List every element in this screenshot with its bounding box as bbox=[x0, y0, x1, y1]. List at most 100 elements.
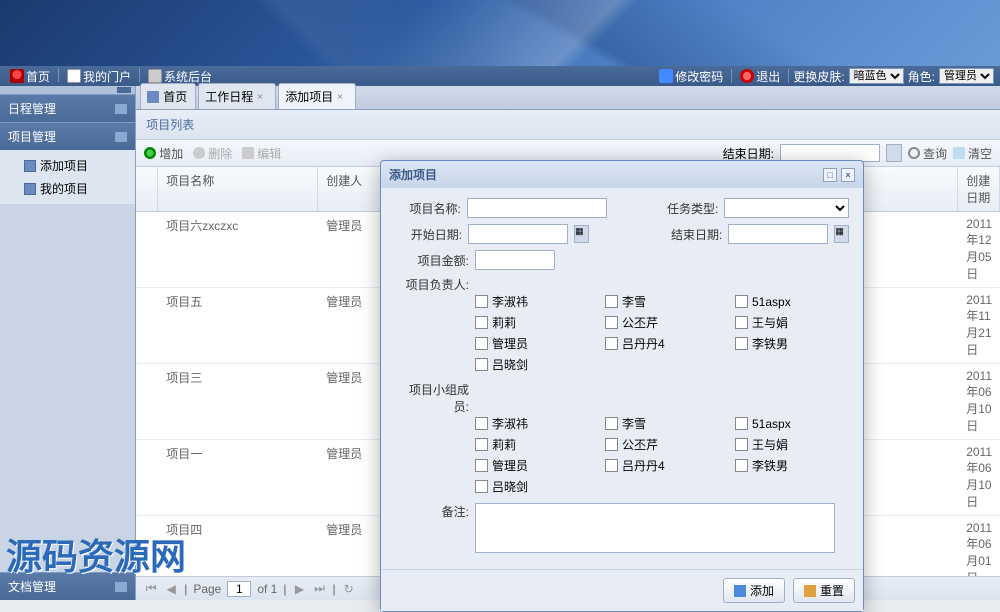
button-label: 查询 bbox=[923, 145, 947, 162]
checkbox-item[interactable]: 管理员 bbox=[475, 457, 595, 474]
dialog-add-button[interactable]: 添加 bbox=[723, 578, 785, 603]
sidebar-item-my-project[interactable]: 我的项目 bbox=[20, 177, 135, 200]
project-name-input[interactable] bbox=[467, 198, 607, 218]
pager-refresh[interactable]: ↻ bbox=[342, 582, 356, 596]
nav-home[interactable]: 首页 bbox=[6, 68, 54, 85]
checkbox-item[interactable]: 李淑祎 bbox=[475, 293, 595, 310]
field-label-leader: 项目负责人: bbox=[395, 276, 469, 293]
checkbox-label: 公丕芹 bbox=[622, 436, 658, 453]
checkbox-item[interactable]: 管理员 bbox=[475, 335, 595, 352]
dialog-reset-button[interactable]: 重置 bbox=[793, 578, 855, 603]
system-icon bbox=[148, 69, 162, 83]
checkbox-item[interactable]: 公丕芹 bbox=[605, 436, 725, 453]
checkbox[interactable] bbox=[475, 295, 488, 308]
checkbox-item[interactable]: 李铁男 bbox=[735, 457, 855, 474]
nav-system[interactable]: 系统后台 bbox=[144, 68, 216, 85]
edit-button[interactable]: 编辑 bbox=[242, 145, 281, 162]
dialog-footer: 添加 重置 bbox=[381, 569, 863, 611]
pager-last[interactable]: ⏭ bbox=[312, 582, 326, 596]
pager-page-input[interactable] bbox=[227, 581, 251, 597]
checkbox-item[interactable]: 王与娟 bbox=[735, 436, 855, 453]
checkbox[interactable] bbox=[735, 337, 748, 350]
checkbox-item[interactable]: 王与娟 bbox=[735, 314, 855, 331]
calendar-icon bbox=[703, 146, 717, 160]
sidebar-section-label: 项目管理 bbox=[8, 128, 56, 145]
tab-bar: 首页 工作日程× 添加项目× bbox=[136, 86, 1000, 110]
logout[interactable]: 退出 bbox=[736, 68, 784, 85]
change-password[interactable]: 修改密码 bbox=[655, 68, 727, 85]
checkbox-item[interactable]: 莉莉 bbox=[475, 314, 595, 331]
checkbox-item[interactable]: 李雪 bbox=[605, 293, 725, 310]
amount-input[interactable] bbox=[475, 250, 555, 270]
checkbox-item[interactable]: 李雪 bbox=[605, 415, 725, 432]
checkbox-item[interactable]: 李铁男 bbox=[735, 335, 855, 352]
pager-next[interactable]: ▶ bbox=[292, 582, 306, 596]
checkbox-item[interactable]: 51aspx bbox=[735, 293, 855, 310]
pager-prev[interactable]: ◀ bbox=[164, 582, 178, 596]
separator bbox=[788, 69, 789, 83]
tab-home[interactable]: 首页 bbox=[140, 83, 196, 109]
checkbox-label: 51aspx bbox=[752, 295, 791, 309]
delete-button[interactable]: 删除 bbox=[193, 145, 232, 162]
checkbox-item[interactable]: 吕晓剑 bbox=[475, 356, 595, 373]
tab-close-icon[interactable]: × bbox=[257, 92, 267, 102]
grid-col-name[interactable]: 项目名称 bbox=[158, 167, 318, 211]
sidebar-section-document[interactable]: 文档管理 bbox=[0, 572, 135, 600]
task-type-select[interactable] bbox=[724, 198, 849, 218]
sidebar-collapse-button[interactable] bbox=[117, 87, 131, 93]
nav-portal[interactable]: 我的门户 bbox=[63, 68, 135, 85]
tab-schedule[interactable]: 工作日程× bbox=[198, 83, 276, 109]
sidebar-section-project[interactable]: 项目管理 bbox=[0, 122, 135, 150]
end-date-picker[interactable]: ▦ bbox=[834, 225, 849, 243]
checkbox-item[interactable]: 51aspx bbox=[735, 415, 855, 432]
dialog-close-button[interactable]: × bbox=[841, 168, 855, 182]
search-button[interactable]: 查询 bbox=[908, 145, 947, 162]
checkbox-item[interactable]: 李淑祎 bbox=[475, 415, 595, 432]
checkbox[interactable] bbox=[475, 358, 488, 371]
home-icon bbox=[10, 69, 24, 83]
dialog-header[interactable]: 添加项目 □ × bbox=[381, 161, 863, 188]
checkbox[interactable] bbox=[735, 459, 748, 472]
checkbox[interactable] bbox=[605, 459, 618, 472]
checkbox[interactable] bbox=[475, 459, 488, 472]
checkbox[interactable] bbox=[605, 337, 618, 350]
checkbox-item[interactable]: 莉莉 bbox=[475, 436, 595, 453]
start-date-input[interactable] bbox=[468, 224, 568, 244]
checkbox[interactable] bbox=[605, 295, 618, 308]
sidebar-item-add-project[interactable]: 添加项目 bbox=[20, 154, 135, 177]
checkbox[interactable] bbox=[475, 438, 488, 451]
checkbox-item[interactable]: 吕丹丹4 bbox=[605, 335, 725, 352]
checkbox[interactable] bbox=[475, 316, 488, 329]
checkbox-item[interactable]: 吕丹丹4 bbox=[605, 457, 725, 474]
field-label-members: 项目小组成员: bbox=[395, 381, 469, 415]
checkbox[interactable] bbox=[735, 417, 748, 430]
checkbox[interactable] bbox=[735, 438, 748, 451]
remark-textarea[interactable] bbox=[475, 503, 835, 553]
field-label-remark: 备注: bbox=[395, 503, 469, 520]
end-date-input[interactable] bbox=[728, 224, 828, 244]
sidebar-section-schedule[interactable]: 日程管理 bbox=[0, 94, 135, 122]
checkbox[interactable] bbox=[475, 417, 488, 430]
clear-button[interactable]: 清空 bbox=[953, 145, 992, 162]
checkbox[interactable] bbox=[735, 295, 748, 308]
add-icon bbox=[144, 147, 156, 159]
date-picker-button[interactable] bbox=[886, 144, 902, 162]
checkbox[interactable] bbox=[605, 316, 618, 329]
checkbox-item[interactable]: 吕晓剑 bbox=[475, 478, 595, 495]
pager-first[interactable]: ⏮ bbox=[144, 582, 158, 596]
tab-add-project[interactable]: 添加项目× bbox=[278, 83, 356, 109]
checkbox[interactable] bbox=[475, 480, 488, 493]
checkbox[interactable] bbox=[475, 337, 488, 350]
dialog-maximize-button[interactable]: □ bbox=[823, 168, 837, 182]
tab-close-icon[interactable]: × bbox=[337, 92, 347, 102]
sidebar-section-label: 日程管理 bbox=[8, 100, 56, 117]
role-select[interactable]: 管理员 bbox=[939, 68, 994, 84]
checkbox-item[interactable]: 公丕芹 bbox=[605, 314, 725, 331]
grid-col-date[interactable]: 创建日期 bbox=[958, 167, 1000, 211]
checkbox[interactable] bbox=[605, 417, 618, 430]
checkbox[interactable] bbox=[605, 438, 618, 451]
add-button[interactable]: 增加 bbox=[144, 145, 183, 162]
skin-select[interactable]: 暗蓝色 bbox=[849, 68, 904, 84]
checkbox[interactable] bbox=[735, 316, 748, 329]
start-date-picker[interactable]: ▦ bbox=[574, 225, 589, 243]
